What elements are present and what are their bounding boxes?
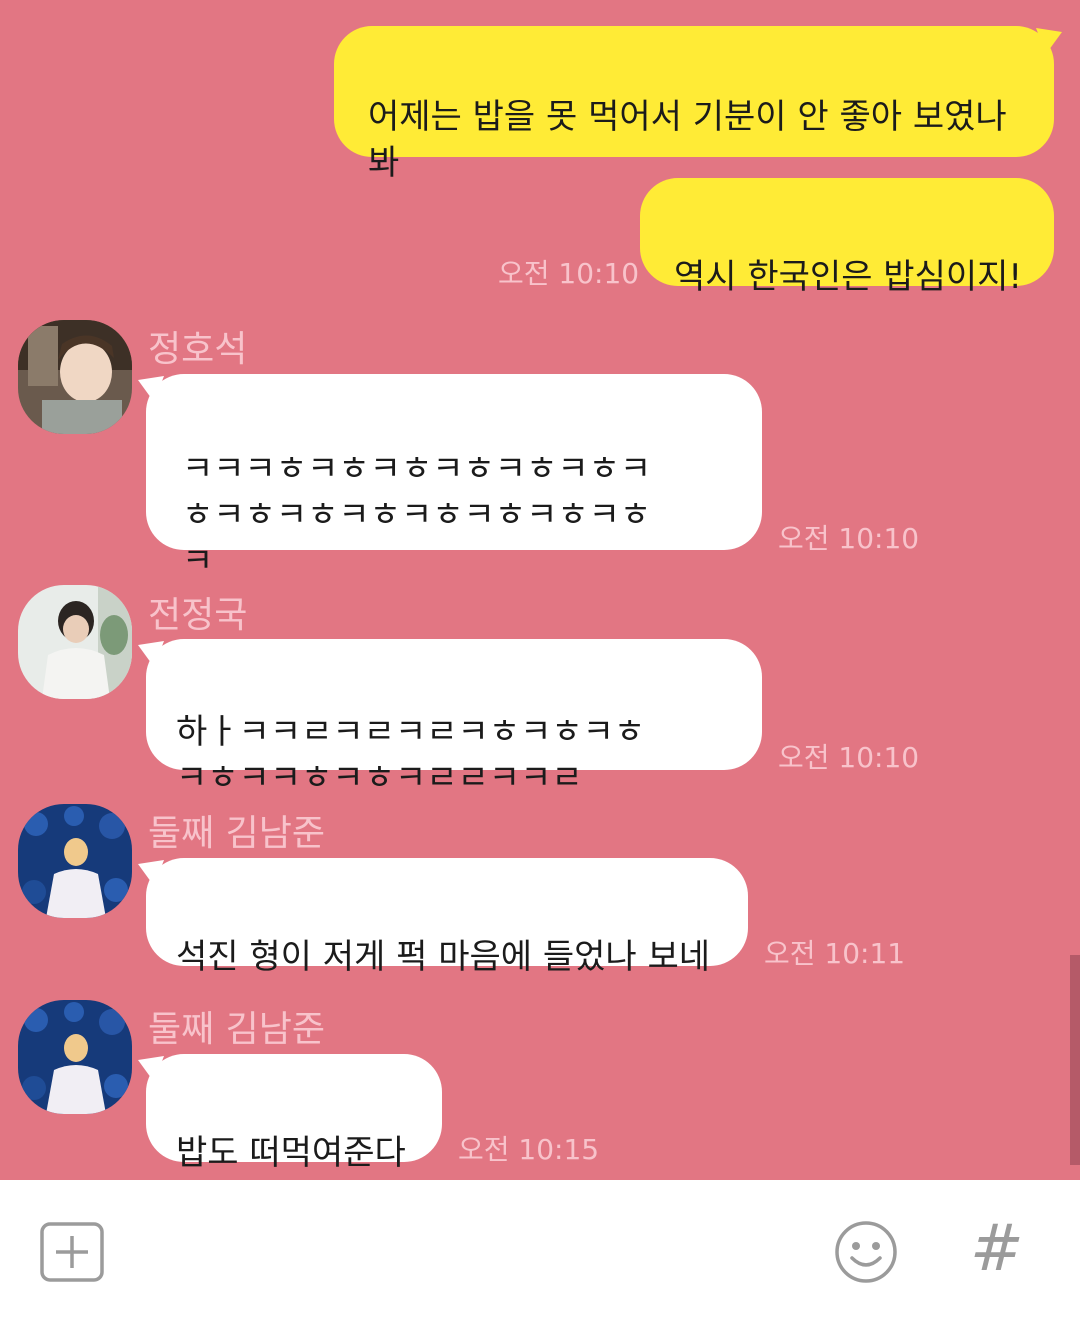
sender-name: 둘째 김남준 <box>148 813 326 854</box>
message-text: 밥도 떠먹여준다 <box>176 1133 406 1173</box>
sender-name: 정호석 <box>148 329 248 370</box>
avatar[interactable] <box>18 1000 132 1114</box>
sender-name: 둘째 김남준 <box>148 1009 326 1050</box>
bubble-tail <box>138 641 164 667</box>
bubble-tail <box>1036 28 1062 54</box>
message-time: 오전 10:11 <box>764 937 906 970</box>
message-time: 오전 10:10 <box>498 257 640 290</box>
message-bubble-theirs[interactable]: 밥도 떠먹여준다 <box>146 1054 442 1173</box>
smiley-icon[interactable] <box>834 1220 898 1288</box>
message-bubble-theirs[interactable]: 석진 형이 저게 퍽 마음에 들었나 보네 <box>146 858 748 977</box>
message-text: 역시 한국인은 밥심이지! <box>674 257 1023 297</box>
bubble-tail <box>138 860 164 886</box>
message-bubble-mine[interactable]: 어제는 밥을 못 먹어서 기분이 안 좋아 보였나 봐 <box>334 26 1054 183</box>
message-text: 석진 형이 저게 퍽 마음에 들었나 보네 <box>176 937 711 977</box>
bubble-tail <box>138 376 164 402</box>
message-text: 어제는 밥을 못 먹어서 기분이 안 좋아 보였나 봐 <box>368 97 1007 183</box>
avatar[interactable] <box>18 320 132 434</box>
message-time: 오전 10:10 <box>778 522 920 555</box>
message-bubble-theirs[interactable]: 하ㅏㅋㅋㄹㅋㄹㅋㄹㅋㅎㅋㅎㅋㅎ ㅋㅎㅋㅋㅎㅋㅎㅋㄹㄹㅋㅋㄹ <box>146 639 762 798</box>
avatar[interactable] <box>18 804 132 918</box>
message-time: 오전 10:15 <box>458 1133 600 1166</box>
hash-icon[interactable]: # <box>970 1214 1024 1284</box>
input-bar: # <box>0 1180 1080 1323</box>
message-text: 하ㅏㅋㅋㄹㅋㄹㅋㄹㅋㅎㅋㅎㅋㅎ ㅋㅎㅋㅋㅎㅋㅎㅋㄹㄹㅋㅋㄹ <box>176 712 646 798</box>
plus-square-icon[interactable] <box>40 1222 104 1286</box>
message-text: ㅋㅋㅋㅎㅋㅎㅋㅎㅋㅎㅋㅎㅋㅎㅋ ㅎㅋㅎㅋㅎㅋㅎㅋㅎㅋㅎㅋㅎㅋㅎ ㅋ <box>182 449 652 581</box>
scrollbar[interactable] <box>1070 955 1080 1165</box>
avatar[interactable] <box>18 585 132 699</box>
message-bubble-theirs[interactable]: ㅋㅋㅋㅎㅋㅎㅋㅎㅋㅎㅋㅎㅋㅎㅋ ㅎㅋㅎㅋㅎㅋㅎㅋㅎㅋㅎㅋㅎㅋㅎ ㅋ <box>146 374 762 581</box>
sender-name: 전정국 <box>148 595 248 636</box>
message-time: 오전 10:10 <box>778 741 920 774</box>
message-bubble-mine[interactable]: 역시 한국인은 밥심이지! <box>640 178 1054 297</box>
hashtag-label: # <box>970 1212 1024 1286</box>
chat-area[interactable]: 어제는 밥을 못 먹어서 기분이 안 좋아 보였나 봐 역시 한국인은 밥심이지… <box>0 0 1080 1180</box>
bubble-tail <box>138 1056 164 1082</box>
